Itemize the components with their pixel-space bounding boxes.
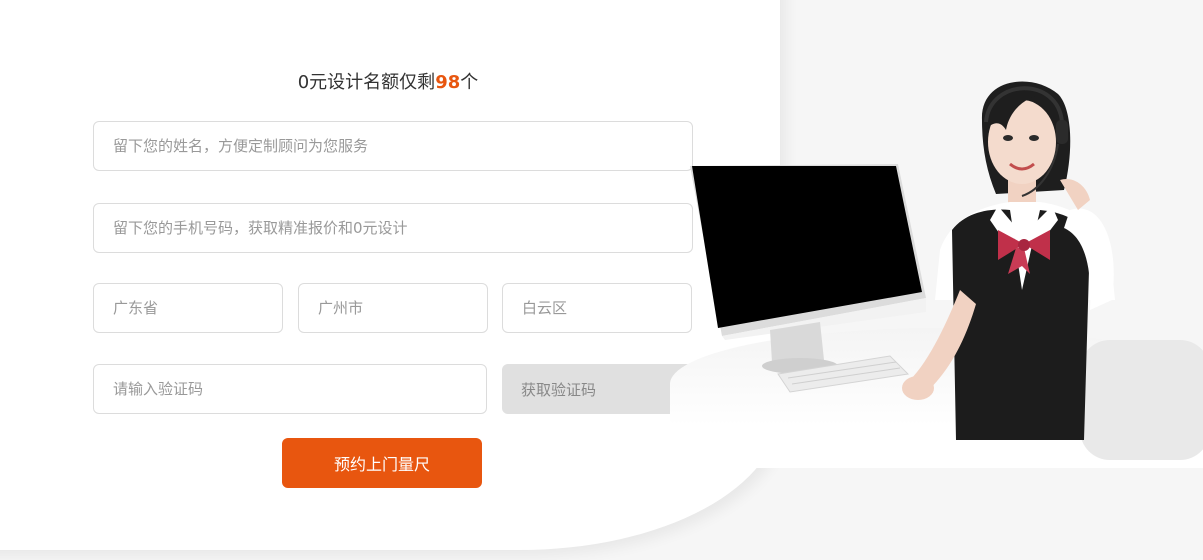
customer-service-illustration — [660, 60, 1203, 468]
agent-scene-svg — [690, 81, 1115, 440]
phone-input[interactable] — [93, 203, 693, 253]
verification-code-input[interactable] — [93, 364, 487, 414]
province-value: 广东省 — [113, 299, 159, 317]
submit-button[interactable]: 预约上门量尺 — [282, 438, 482, 488]
city-value: 广州市 — [318, 299, 364, 317]
title-prefix: 0元设计名额仅剩 — [297, 72, 436, 93]
remaining-count: 98 — [435, 72, 461, 93]
province-select[interactable]: 广东省 — [93, 283, 283, 333]
monitor-icon — [690, 164, 926, 374]
district-value: 白云区 — [522, 299, 568, 317]
agent-figure-icon — [902, 81, 1115, 440]
name-input[interactable] — [93, 121, 693, 171]
promo-title: 0元设计名额仅剩98个 — [200, 68, 576, 94]
title-suffix: 个 — [460, 72, 479, 93]
city-select[interactable]: 广州市 — [298, 283, 488, 333]
